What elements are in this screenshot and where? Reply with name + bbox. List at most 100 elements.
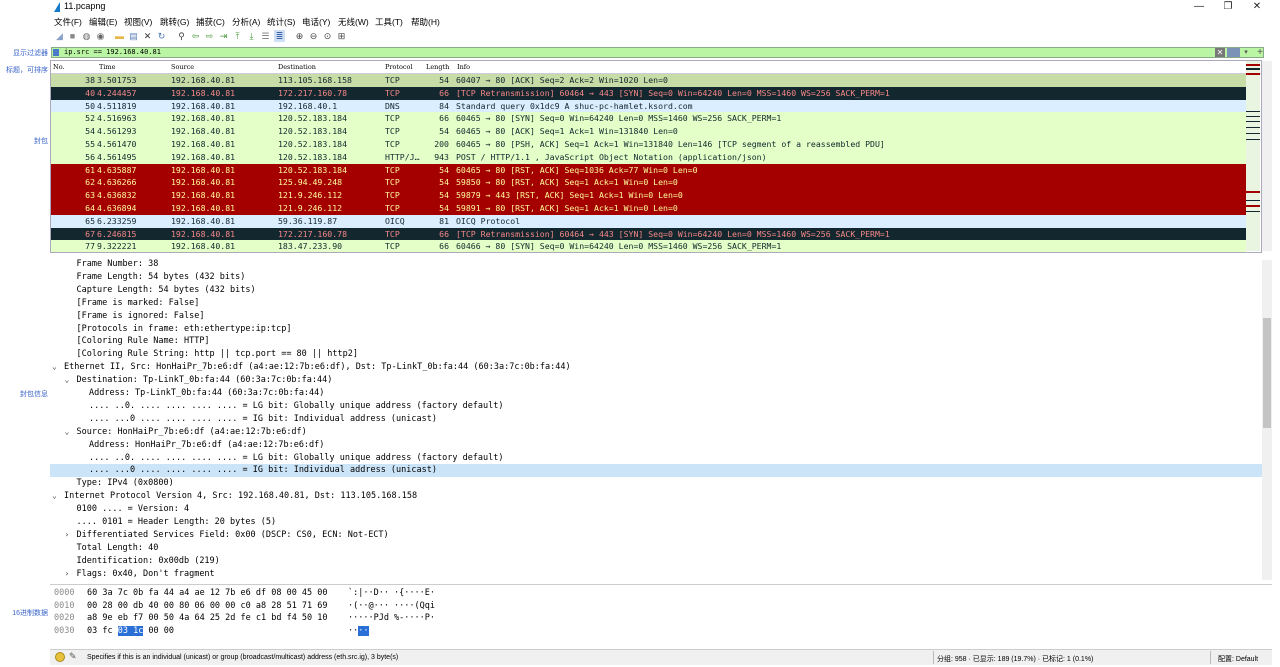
hex-bytes[interactable]: 00 28 00 db 40 00 80 06 00 00 c0 a8 28 5… bbox=[87, 600, 328, 613]
hex-ascii[interactable]: ·(··@··· ····(Qqi bbox=[348, 600, 435, 613]
column-header-no[interactable]: No. bbox=[53, 63, 65, 71]
add-filter-button-icon[interactable]: + bbox=[1255, 47, 1265, 58]
go-first-icon[interactable]: ⤒ bbox=[232, 30, 243, 42]
hex-ascii[interactable]: ·····PJd %-····P· bbox=[348, 612, 435, 625]
detail-row[interactable]: [Frame is marked: False] bbox=[50, 297, 1262, 310]
expand-toggle-icon[interactable]: ⌄ bbox=[52, 490, 61, 503]
packet-row[interactable]: 54 4.561293 192.168.40.81 120.52.183.184 TCP… bbox=[51, 125, 1246, 138]
detail-row[interactable]: Fragment Offset: 0 bbox=[50, 581, 1262, 582]
save-file-icon[interactable]: ▤ bbox=[128, 30, 139, 42]
menu-edit[interactable]: 编辑(E) bbox=[89, 16, 117, 28]
bookmark-icon[interactable] bbox=[53, 49, 59, 56]
detail-row[interactable]: Capture Length: 54 bytes (432 bits) bbox=[50, 284, 1262, 297]
expand-toggle-icon[interactable]: ⌄ bbox=[65, 426, 74, 439]
colorize-icon[interactable]: ≣ bbox=[274, 30, 285, 42]
detail-row[interactable]: Total Length: 40 bbox=[50, 542, 1262, 555]
expand-toggle-icon[interactable]: › bbox=[65, 568, 74, 581]
restart-capture-icon[interactable]: ◍ bbox=[81, 30, 92, 42]
hex-ascii-plain[interactable]: ·· bbox=[348, 626, 358, 636]
detail-row[interactable]: Frame Number: 38 bbox=[50, 258, 1262, 271]
hex-bytes[interactable]: 03 fc 03 1c 00 00 bbox=[87, 625, 174, 638]
go-back-icon[interactable]: ⇦ bbox=[190, 30, 201, 42]
packet-row[interactable]: 64 4.636894 192.168.40.81 121.9.246.112 TCP 5… bbox=[51, 202, 1246, 215]
detail-row[interactable]: .... 0101 = Header Length: 20 bytes (5) bbox=[50, 516, 1262, 529]
column-header-length[interactable]: Length bbox=[426, 63, 449, 71]
packet-row[interactable]: 56 4.561495 192.168.40.81 120.52.183.184 HTT… bbox=[51, 150, 1246, 164]
packet-row[interactable]: 52 4.516963 192.168.40.81 120.52.183.184 TCP… bbox=[51, 112, 1246, 126]
edit-comment-icon[interactable]: ✎ bbox=[69, 651, 77, 662]
packet-row[interactable]: 62 4.636266 192.168.40.81 125.94.49.248 TCP 5… bbox=[51, 176, 1246, 190]
column-header-time[interactable]: Time bbox=[99, 63, 115, 71]
hex-ascii[interactable]: ···· bbox=[348, 625, 369, 638]
hex-ascii[interactable]: `:|··D·· ·{····E· bbox=[348, 587, 435, 600]
column-header-destination[interactable]: Destination bbox=[278, 63, 316, 71]
start-capture-icon[interactable]: ◢ bbox=[54, 30, 65, 42]
detail-row[interactable]: [Protocols in frame: eth:ethertype:ip:tc… bbox=[50, 323, 1262, 336]
go-last-icon[interactable]: ⤓ bbox=[246, 30, 257, 42]
reload-file-icon[interactable]: ↻ bbox=[156, 30, 167, 42]
packet-row[interactable]: 50 4.511819 192.168.40.81 192.168.40.1 DNS 84… bbox=[51, 99, 1246, 113]
minimize-button[interactable]: — bbox=[1188, 0, 1210, 14]
hex-bytes-plain[interactable]: 00 00 bbox=[143, 626, 174, 636]
packet-row[interactable]: 65 6.233259 192.168.40.81 59.36.119.87 OICQ 8… bbox=[51, 214, 1246, 228]
detail-row[interactable]: Type: IPv4 (0x0800) bbox=[50, 477, 1262, 490]
detail-row[interactable]: Address: HonHaiPr_7b:e6:df (a4:ae:12:7b:… bbox=[50, 439, 1262, 452]
status-profile[interactable]: 配置: Default bbox=[1218, 654, 1258, 664]
menu-help[interactable]: 帮助(H) bbox=[411, 16, 440, 28]
detail-row[interactable]: › Differentiated Services Field: 0x00 (DS… bbox=[50, 529, 1262, 542]
packet-row[interactable]: 63 4.636832 192.168.40.81 121.9.246.112 TCP 5… bbox=[51, 189, 1246, 202]
hex-ascii-selected[interactable]: ·· bbox=[358, 625, 369, 636]
packet-row[interactable]: 38 3.501753 192.168.40.81 113.105.168.158 TC… bbox=[51, 74, 1246, 87]
column-header-source[interactable]: Source bbox=[171, 63, 194, 71]
detail-row[interactable]: ⌄ Internet Protocol Version 4, Src: 192.1… bbox=[50, 490, 1262, 503]
expand-toggle-icon[interactable]: ⌄ bbox=[52, 361, 61, 374]
menu-statistics[interactable]: 统计(S) bbox=[267, 16, 295, 28]
hex-bytes-plain[interactable]: 03 fc bbox=[87, 626, 118, 636]
detail-row[interactable]: Address: Tp-LinkT_0b:fa:44 (60:3a:7c:0b:… bbox=[50, 387, 1262, 400]
maximize-button[interactable]: ❐ bbox=[1217, 0, 1239, 14]
open-file-icon[interactable]: ▬ bbox=[114, 30, 125, 42]
detail-row[interactable]: .... ...0 .... .... .... .... = IG bit: … bbox=[50, 413, 1262, 426]
filter-text[interactable]: ip.src == 192.168.40.81 bbox=[64, 48, 161, 57]
find-packet-icon[interactable]: ⚲ bbox=[176, 30, 187, 42]
menu-view[interactable]: 视图(V) bbox=[124, 16, 152, 28]
zoom-out-icon[interactable]: ⊖ bbox=[308, 30, 319, 42]
packet-row[interactable]: 77 9.322221 192.168.40.81 183.47.233.90 TCP 6… bbox=[51, 240, 1246, 252]
filter-history-dropdown-icon[interactable]: ▾ bbox=[1241, 48, 1251, 57]
zoom-normal-icon[interactable]: ⊙ bbox=[322, 30, 333, 42]
go-forward-icon[interactable]: ⇨ bbox=[204, 30, 215, 42]
hex-bytes[interactable]: 60 3a 7c 0b fa 44 a4 ae 12 7b e6 df 08 0… bbox=[87, 587, 328, 600]
stop-capture-icon[interactable]: ■ bbox=[67, 30, 78, 42]
details-scrollbar-thumb[interactable] bbox=[1263, 318, 1271, 428]
menu-wireless[interactable]: 无线(W) bbox=[338, 16, 369, 28]
packet-row[interactable]: 61 4.635887 192.168.40.81 120.52.183.184 TCP… bbox=[51, 163, 1246, 177]
detail-row[interactable]: 0100 .... = Version: 4 bbox=[50, 503, 1262, 516]
detail-row[interactable]: › Flags: 0x40, Don't fragment bbox=[50, 568, 1262, 581]
close-button[interactable]: ✕ bbox=[1246, 0, 1268, 14]
expert-info-icon[interactable] bbox=[55, 652, 65, 662]
go-to-packet-icon[interactable]: ⇥ bbox=[218, 30, 229, 42]
detail-row[interactable]: [Coloring Rule String: http || tcp.port … bbox=[50, 348, 1262, 361]
hex-bytes[interactable]: a8 9e eb f7 00 50 4a 64 25 2d fe c1 bd f… bbox=[87, 612, 328, 625]
detail-row[interactable]: [Frame is ignored: False] bbox=[50, 310, 1262, 323]
detail-row[interactable]: [Coloring Rule Name: HTTP] bbox=[50, 335, 1262, 348]
hex-bytes-selected[interactable]: 03 1c bbox=[117, 625, 144, 636]
expand-toggle-icon[interactable]: ⌄ bbox=[65, 374, 74, 387]
detail-row[interactable]: ⌄ Source: HonHaiPr_7b:e6:df (a4:ae:12:7b:… bbox=[50, 426, 1262, 439]
packet-row[interactable]: 55 4.561470 192.168.40.81 120.52.183.184 TCP… bbox=[51, 138, 1246, 151]
packet-row[interactable]: 40 4.244457 192.168.40.81 172.217.160.78 TCP… bbox=[51, 86, 1246, 100]
menu-go[interactable]: 跳转(G) bbox=[160, 16, 189, 28]
menu-file[interactable]: 文件(F) bbox=[54, 16, 82, 28]
close-file-icon[interactable]: ✕ bbox=[142, 30, 153, 42]
capture-options-icon[interactable]: ◉ bbox=[95, 30, 106, 42]
menu-capture[interactable]: 捕获(C) bbox=[196, 16, 225, 28]
autoscroll-icon[interactable]: ☰ bbox=[260, 30, 271, 42]
menu-telephony[interactable]: 电话(Y) bbox=[302, 16, 330, 28]
detail-row[interactable]: Identification: 0x00db (219) bbox=[50, 555, 1262, 568]
menu-tools[interactable]: 工具(T) bbox=[375, 16, 403, 28]
detail-row[interactable]: .... ..0. .... .... .... .... = LG bit: … bbox=[50, 400, 1262, 413]
detail-row-selected[interactable]: .... ...0 .... .... .... .... = IG bit: … bbox=[50, 464, 1262, 478]
apply-filter-button[interactable] bbox=[1227, 48, 1240, 57]
detail-row[interactable]: ⌄ Ethernet II, Src: HonHaiPr_7b:e6:df (a4… bbox=[50, 361, 1262, 374]
detail-row[interactable]: .... ..0. .... .... .... .... = LG bit: … bbox=[50, 452, 1262, 465]
